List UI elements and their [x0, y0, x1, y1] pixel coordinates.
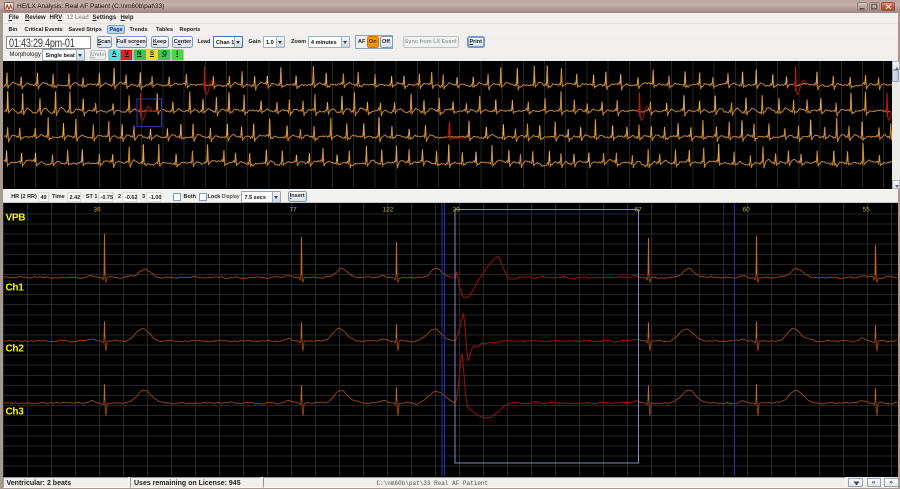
svg-text:Ch1: Ch1 — [5, 283, 24, 294]
svg-text:Ch2: Ch2 — [5, 344, 24, 355]
svg-text:55: 55 — [862, 207, 870, 214]
svg-text:39: 39 — [452, 207, 460, 214]
svg-text:36: 36 — [93, 207, 101, 214]
svg-text:VPB: VPB — [5, 213, 25, 224]
svg-text:77: 77 — [289, 207, 297, 214]
svg-text:Ch3: Ch3 — [5, 407, 24, 418]
svg-text:122: 122 — [382, 207, 393, 214]
svg-text:67: 67 — [634, 207, 642, 214]
svg-text:60: 60 — [742, 207, 750, 214]
